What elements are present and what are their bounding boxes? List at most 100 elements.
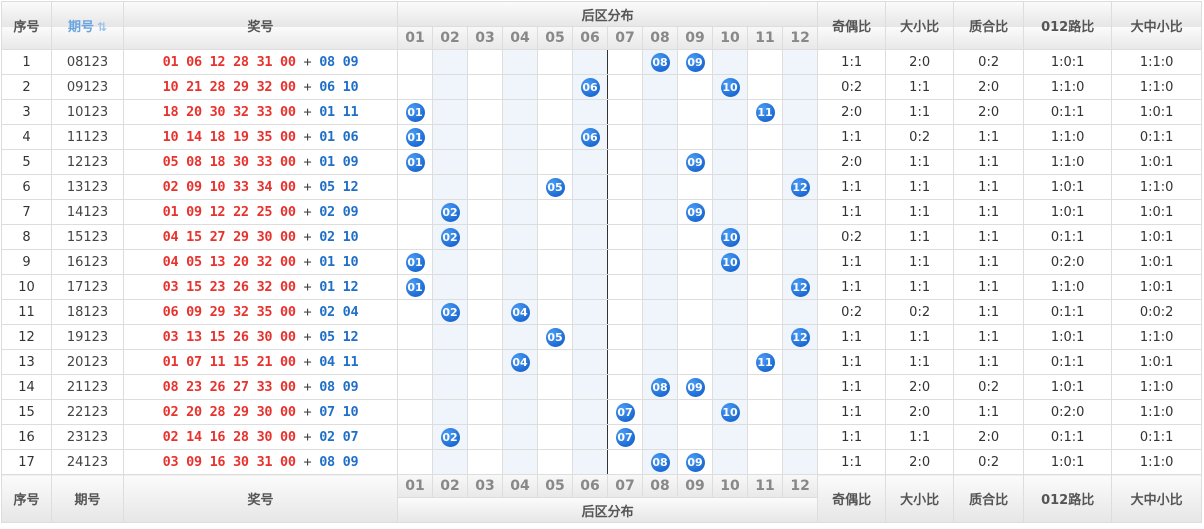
row-issue: 16123	[51, 249, 124, 275]
row-stat-bms: 1:1:0	[1111, 174, 1203, 200]
row-draw-numbers: 10 21 28 29 32 00 + 06 10	[123, 74, 398, 100]
dist-cell-10	[712, 49, 748, 75]
dist-cell-04: 04	[502, 349, 538, 375]
row-stat-bms: 1:1:0	[1111, 324, 1203, 350]
dist-cell-03	[467, 199, 503, 225]
dist-cell-12	[781, 224, 819, 250]
dist-cell-12	[781, 149, 819, 175]
dist-cell-04	[502, 274, 538, 300]
row-stat-road: 1:0:1	[1023, 174, 1113, 200]
header-col-04: 04	[502, 26, 538, 50]
dist-cell-09	[677, 124, 713, 150]
ball-05: 05	[545, 327, 565, 347]
dist-cell-06	[572, 49, 608, 75]
header-issue-sortable[interactable]: 期号 ⇅	[51, 1, 124, 50]
row-seq: 8	[1, 224, 52, 250]
table-row: 7 14123 01 09 12 22 25 00 + 02 09 02 09 1:1 1:…	[1, 199, 1203, 225]
row-seq: 15	[1, 399, 52, 425]
row-stat-big-small: 1:1	[885, 349, 955, 375]
dist-cell-11	[747, 399, 783, 425]
dist-cell-01: 01	[397, 149, 433, 175]
row-draw-numbers: 03 09 16 30 31 00 + 08 09	[123, 449, 398, 475]
row-stat-big-small: 1:1	[885, 224, 955, 250]
front-numbers: 02 09 10 33 34 00	[162, 179, 296, 195]
dist-cell-05	[537, 49, 573, 75]
ball-12: 12	[790, 177, 810, 197]
dist-cell-09	[677, 399, 713, 425]
dist-cell-08	[642, 274, 678, 300]
row-stat-prime: 1:1	[953, 174, 1025, 200]
row-seq: 3	[1, 99, 52, 125]
dist-cell-09: 09	[677, 199, 713, 225]
dist-cell-07	[607, 174, 643, 200]
row-stat-big-small: 1:1	[885, 249, 955, 275]
dist-cell-04: 04	[502, 299, 538, 325]
ball-09: 09	[685, 202, 705, 222]
header-col-03: 03	[467, 26, 503, 50]
dist-cell-11	[747, 74, 783, 100]
ball-02: 02	[440, 202, 460, 222]
back-numbers: 08 09	[319, 379, 359, 395]
ball-01: 01	[405, 102, 425, 122]
dist-cell-10	[712, 274, 748, 300]
back-numbers: 06 10	[319, 79, 359, 95]
dist-cell-08	[642, 199, 678, 225]
dist-cell-12	[781, 199, 819, 225]
ball-12: 12	[790, 277, 810, 297]
dist-cell-07	[607, 449, 643, 475]
row-stat-bms: 1:0:1	[1111, 199, 1203, 225]
row-draw-numbers: 04 15 27 29 30 00 + 02 10	[123, 224, 398, 250]
dist-cell-01	[397, 199, 433, 225]
dist-cell-07	[607, 324, 643, 350]
row-issue: 23123	[51, 424, 124, 450]
dist-cell-02	[432, 324, 468, 350]
dist-cell-05	[537, 399, 573, 425]
dist-cell-04	[502, 224, 538, 250]
dist-cell-04	[502, 99, 538, 125]
table-row: 5 12123 05 08 18 30 33 00 + 01 09 01 09 2:0 1:…	[1, 149, 1203, 175]
row-stat-bms: 1:1:0	[1111, 49, 1203, 75]
dist-cell-02: 02	[432, 199, 468, 225]
row-issue: 14123	[51, 199, 124, 225]
row-seq: 6	[1, 174, 52, 200]
dist-cell-04	[502, 324, 538, 350]
row-stat-bms: 1:0:1	[1111, 99, 1203, 125]
dist-cell-04	[502, 74, 538, 100]
dist-cell-09	[677, 324, 713, 350]
dist-cell-05	[537, 199, 573, 225]
footer-col-05: 05	[537, 474, 573, 498]
row-stat-prime: 0:2	[953, 374, 1025, 400]
row-seq: 14	[1, 374, 52, 400]
footer-dist-title: 后区分布	[396, 497, 819, 523]
dist-cell-11	[747, 49, 783, 75]
row-draw-numbers: 18 20 30 32 33 00 + 01 11	[123, 99, 398, 125]
header-col-10: 10	[712, 26, 748, 50]
row-stat-prime: 1:1	[953, 299, 1025, 325]
dist-cell-12	[781, 74, 819, 100]
table-row: 3 10123 18 20 30 32 33 00 + 01 11 01 11 2:0 1:…	[1, 99, 1203, 125]
back-numbers: 02 10	[319, 229, 359, 245]
dist-cell-02	[432, 124, 468, 150]
dist-cell-03	[467, 224, 503, 250]
row-stat-big-small: 1:1	[885, 199, 955, 225]
footer-issue: 期号	[51, 474, 124, 523]
row-stat-bms: 1:0:1	[1111, 274, 1203, 300]
row-stat-odd-even: 1:1	[817, 399, 887, 425]
row-issue: 08123	[51, 49, 124, 75]
dist-cell-06	[572, 274, 608, 300]
sort-icon[interactable]: ⇅	[97, 20, 107, 34]
row-seq: 4	[1, 124, 52, 150]
dist-cell-01	[397, 374, 433, 400]
dist-cell-01	[397, 424, 433, 450]
header-stat-odd-even: 奇偶比	[817, 1, 887, 50]
plus-sign: +	[295, 454, 320, 470]
row-draw-numbers: 03 13 15 26 30 00 + 05 12	[123, 324, 398, 350]
footer-col-01: 01	[397, 474, 433, 498]
ball-09: 09	[685, 452, 705, 472]
plus-sign: +	[295, 104, 320, 120]
dist-cell-08	[642, 74, 678, 100]
dist-cell-04	[502, 424, 538, 450]
table-row: 9 16123 04 05 13 20 32 00 + 01 10 01 10 1:1 1:…	[1, 249, 1203, 275]
dist-cell-01	[397, 349, 433, 375]
row-stat-bms: 1:1:0	[1111, 74, 1203, 100]
